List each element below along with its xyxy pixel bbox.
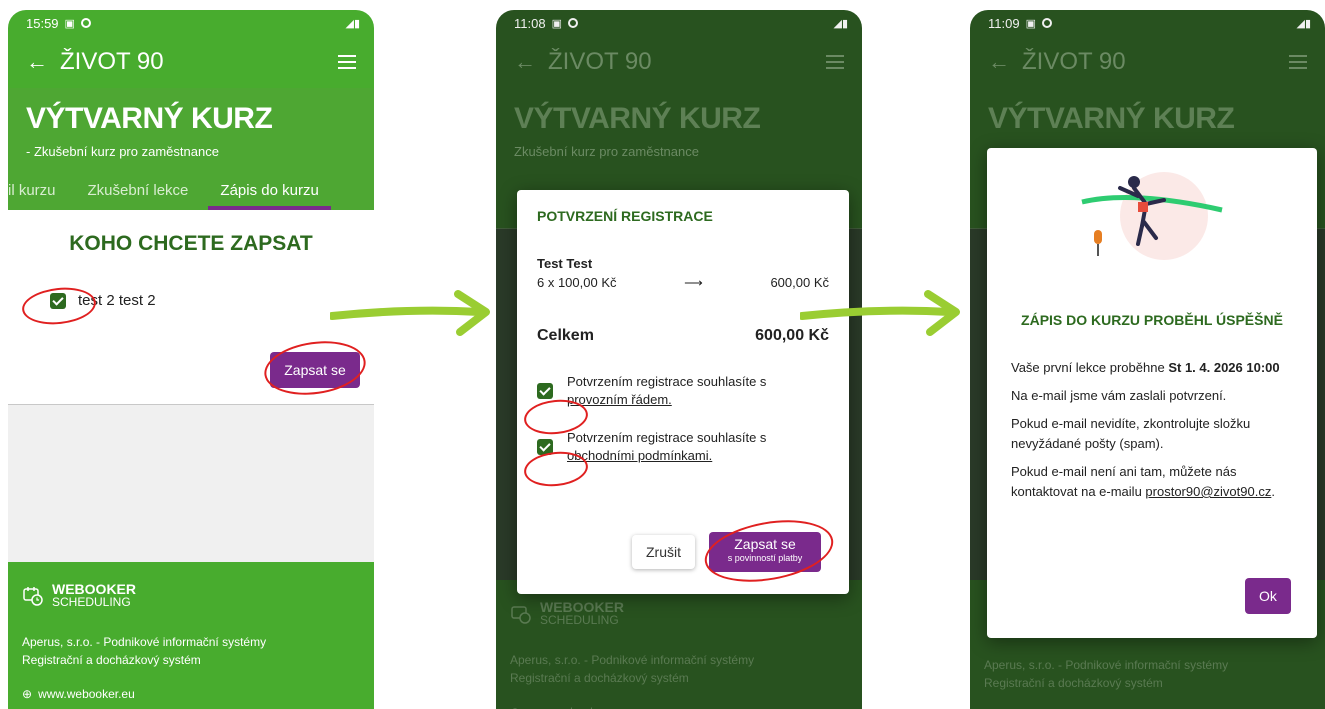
price-sum: 600,00 Kč <box>770 275 829 290</box>
status-bar: 15:59 ▣ ◢▮ <box>8 10 374 36</box>
who-heading: KOHO CHCETE ZAPSAT <box>69 232 313 255</box>
status-time: 11:09 <box>988 15 1020 31</box>
back-arrow-icon: ← <box>514 49 536 74</box>
footer-website[interactable]: ⊕ www.webooker.eu <box>22 687 360 701</box>
hamburger-menu-icon <box>826 55 844 69</box>
footer-system: Registrační a docházkový systém <box>984 676 1163 690</box>
dialog-title: POTVRZENÍ REGISTRACE <box>537 208 713 224</box>
price-row: 6 x 100,00 Kč ⟶ 600,00 Kč <box>537 275 829 291</box>
total-label: Celkem <box>537 327 594 344</box>
flow-arrow-2-icon <box>800 290 960 336</box>
gallery-icon: ▣ <box>1025 17 1036 30</box>
footer-address: Aperus, s.r.o. - Podnikové informační sy… <box>22 633 360 669</box>
contact-end: . <box>1271 484 1275 499</box>
footer: WEBOOKER SCHEDULING Aperus, s.r.o. - Pod… <box>8 562 374 709</box>
cancel-button[interactable]: Zrušit <box>632 535 695 569</box>
footer-address: Aperus, s.r.o. - Podnikové informační sy… <box>510 651 848 687</box>
footer-brand-name: WEBOOKER <box>540 599 624 615</box>
footer-site-link[interactable]: www.webooker.eu <box>38 687 135 701</box>
course-title: VÝTVARNÝ KURZ <box>988 102 1235 135</box>
phone-screen-enroll: 15:59 ▣ ◢▮ ← ŽIVOT 90 VÝTVARNÝ KURZ - Zk… <box>8 10 374 709</box>
gallery-icon: ▣ <box>551 17 562 30</box>
success-title: ZÁPIS DO KURZU PROBĚHL ÚSPĚŠNĚ <box>1021 312 1283 328</box>
app-title: ŽIVOT 90 <box>60 48 164 75</box>
calendar-clock-icon <box>23 586 43 606</box>
footer-website: ⊕ www.webooker.eu <box>510 705 848 709</box>
course-subtitle: - Zkušební kurz pro zaměstnance <box>26 144 219 159</box>
price-quantity: 6 x 100,00 Kč <box>537 275 617 290</box>
success-dialog: ZÁPIS DO KURZU PROBĚHL ÚSPĚŠNĚ Vaše prvn… <box>987 148 1317 638</box>
runner-finish-icon <box>1081 172 1223 260</box>
footer-company: Aperus, s.r.o. - Podnikové informační sy… <box>984 658 1229 672</box>
tab-trial-lesson[interactable]: Zkušební lekce <box>76 172 201 210</box>
consent-rules-checkbox[interactable] <box>537 383 553 399</box>
globe-icon: ⊕ <box>510 705 520 709</box>
app-bar: ← ŽIVOT 90 <box>970 36 1325 88</box>
footer-brand: WEBOOKER SCHEDULING <box>22 582 360 609</box>
first-lesson-info: Vaše první lekce proběhne St 1. 4. 2026 … <box>1011 358 1293 378</box>
footer-brand: WEBOOKER SCHEDULING <box>510 600 848 627</box>
terms-link[interactable]: obchodními podmínkami. <box>567 448 712 463</box>
course-title: VÝTVARNÝ KURZ <box>514 102 761 135</box>
status-time: 11:08 <box>514 15 546 31</box>
app-bar: ← ŽIVOT 90 <box>496 36 862 88</box>
app-title: ŽIVOT 90 <box>548 48 652 75</box>
tab-enrollment[interactable]: Zápis do kurzu <box>208 172 332 210</box>
signal-icon: ◢▮ <box>345 17 360 30</box>
footer-brand-name: WEBOOKER <box>52 581 136 597</box>
footer-system: Registrační a docházkový systém <box>510 671 689 685</box>
course-title: VÝTVARNÝ KURZ <box>26 102 273 135</box>
email-sent-text: Na e-mail jsme vám zaslali potvrzení. <box>1011 388 1227 403</box>
footer-system: Registrační a docházkový systém <box>22 653 201 667</box>
app-bar: ← ŽIVOT 90 <box>8 36 374 88</box>
consent-terms-text: Potvrzením registrace souhlasíte s <box>567 430 767 445</box>
ok-button[interactable]: Ok <box>1245 578 1291 614</box>
tab-course-detail[interactable]: il kurzu <box>8 172 68 210</box>
footer-address: Aperus, s.r.o. - Podnikové informační sy… <box>984 656 1311 692</box>
app-title: ŽIVOT 90 <box>1022 48 1126 75</box>
consent-rules-text: Potvrzením registrace souhlasíte s <box>567 374 767 389</box>
status-bar: 11:08 ▣ ◢▮ <box>496 10 862 36</box>
globe-icon: ⊕ <box>22 687 33 701</box>
status-bar: 11:09 ▣ ◢▮ <box>970 10 1325 36</box>
back-arrow-icon[interactable]: ← <box>26 49 60 75</box>
phone-screen-success: 11:09 ▣ ◢▮ ← ŽIVOT 90 VÝTVARNÝ KURZ Aper… <box>970 10 1325 709</box>
lesson-text: Vaše první lekce proběhne <box>1011 360 1165 375</box>
total-row: Celkem 600,00 Kč <box>537 327 829 345</box>
empty-area <box>8 404 374 562</box>
footer-brand-sub: SCHEDULING <box>540 613 619 627</box>
participant-name: Test Test <box>537 256 593 271</box>
phone-screen-confirm: 11:08 ▣ ◢▮ ← ŽIVOT 90 VÝTVARNÝ KURZ Zkuš… <box>496 10 862 709</box>
hamburger-menu-icon <box>1289 55 1307 69</box>
arrow-icon: ⟶ <box>684 275 703 290</box>
footer-company: Aperus, s.r.o. - Podnikové informační sy… <box>22 635 267 649</box>
flow-arrow-1-icon <box>330 290 490 336</box>
gallery-icon: ▣ <box>64 17 75 30</box>
course-subtitle: Zkušební kurz pro zaměstnance <box>514 144 699 159</box>
signal-icon: ◢▮ <box>833 17 848 30</box>
calendar-clock-icon <box>511 605 531 624</box>
footer-company: Aperus, s.r.o. - Podnikové informační sy… <box>510 653 755 667</box>
footer-brand-sub: SCHEDULING <box>52 595 131 609</box>
finish-line-illustration <box>1072 160 1232 268</box>
spam-note: Pokud e-mail nevidíte, zkontrolujte slož… <box>1011 416 1251 451</box>
contact-email-link[interactable]: prostor90@zivot90.cz <box>1145 484 1271 499</box>
circle-icon <box>80 18 91 28</box>
back-arrow-icon: ← <box>988 49 1010 74</box>
hamburger-menu-icon[interactable] <box>338 55 356 69</box>
status-time: 15:59 <box>26 15 59 31</box>
lesson-date: St 1. 4. 2026 10:00 <box>1168 360 1280 375</box>
circle-icon <box>1041 18 1052 28</box>
footer: WEBOOKER SCHEDULING Aperus, s.r.o. - Pod… <box>496 580 862 709</box>
signal-icon: ◢▮ <box>1296 17 1311 30</box>
circle-icon <box>567 18 578 28</box>
course-tabs: il kurzu Zkušební lekce Zápis do kurzu <box>8 172 374 210</box>
contact-info: Pokud e-mail není ani tam, můžete nás ko… <box>1011 462 1293 502</box>
footer-site-link: www.webooker.eu <box>526 705 623 709</box>
